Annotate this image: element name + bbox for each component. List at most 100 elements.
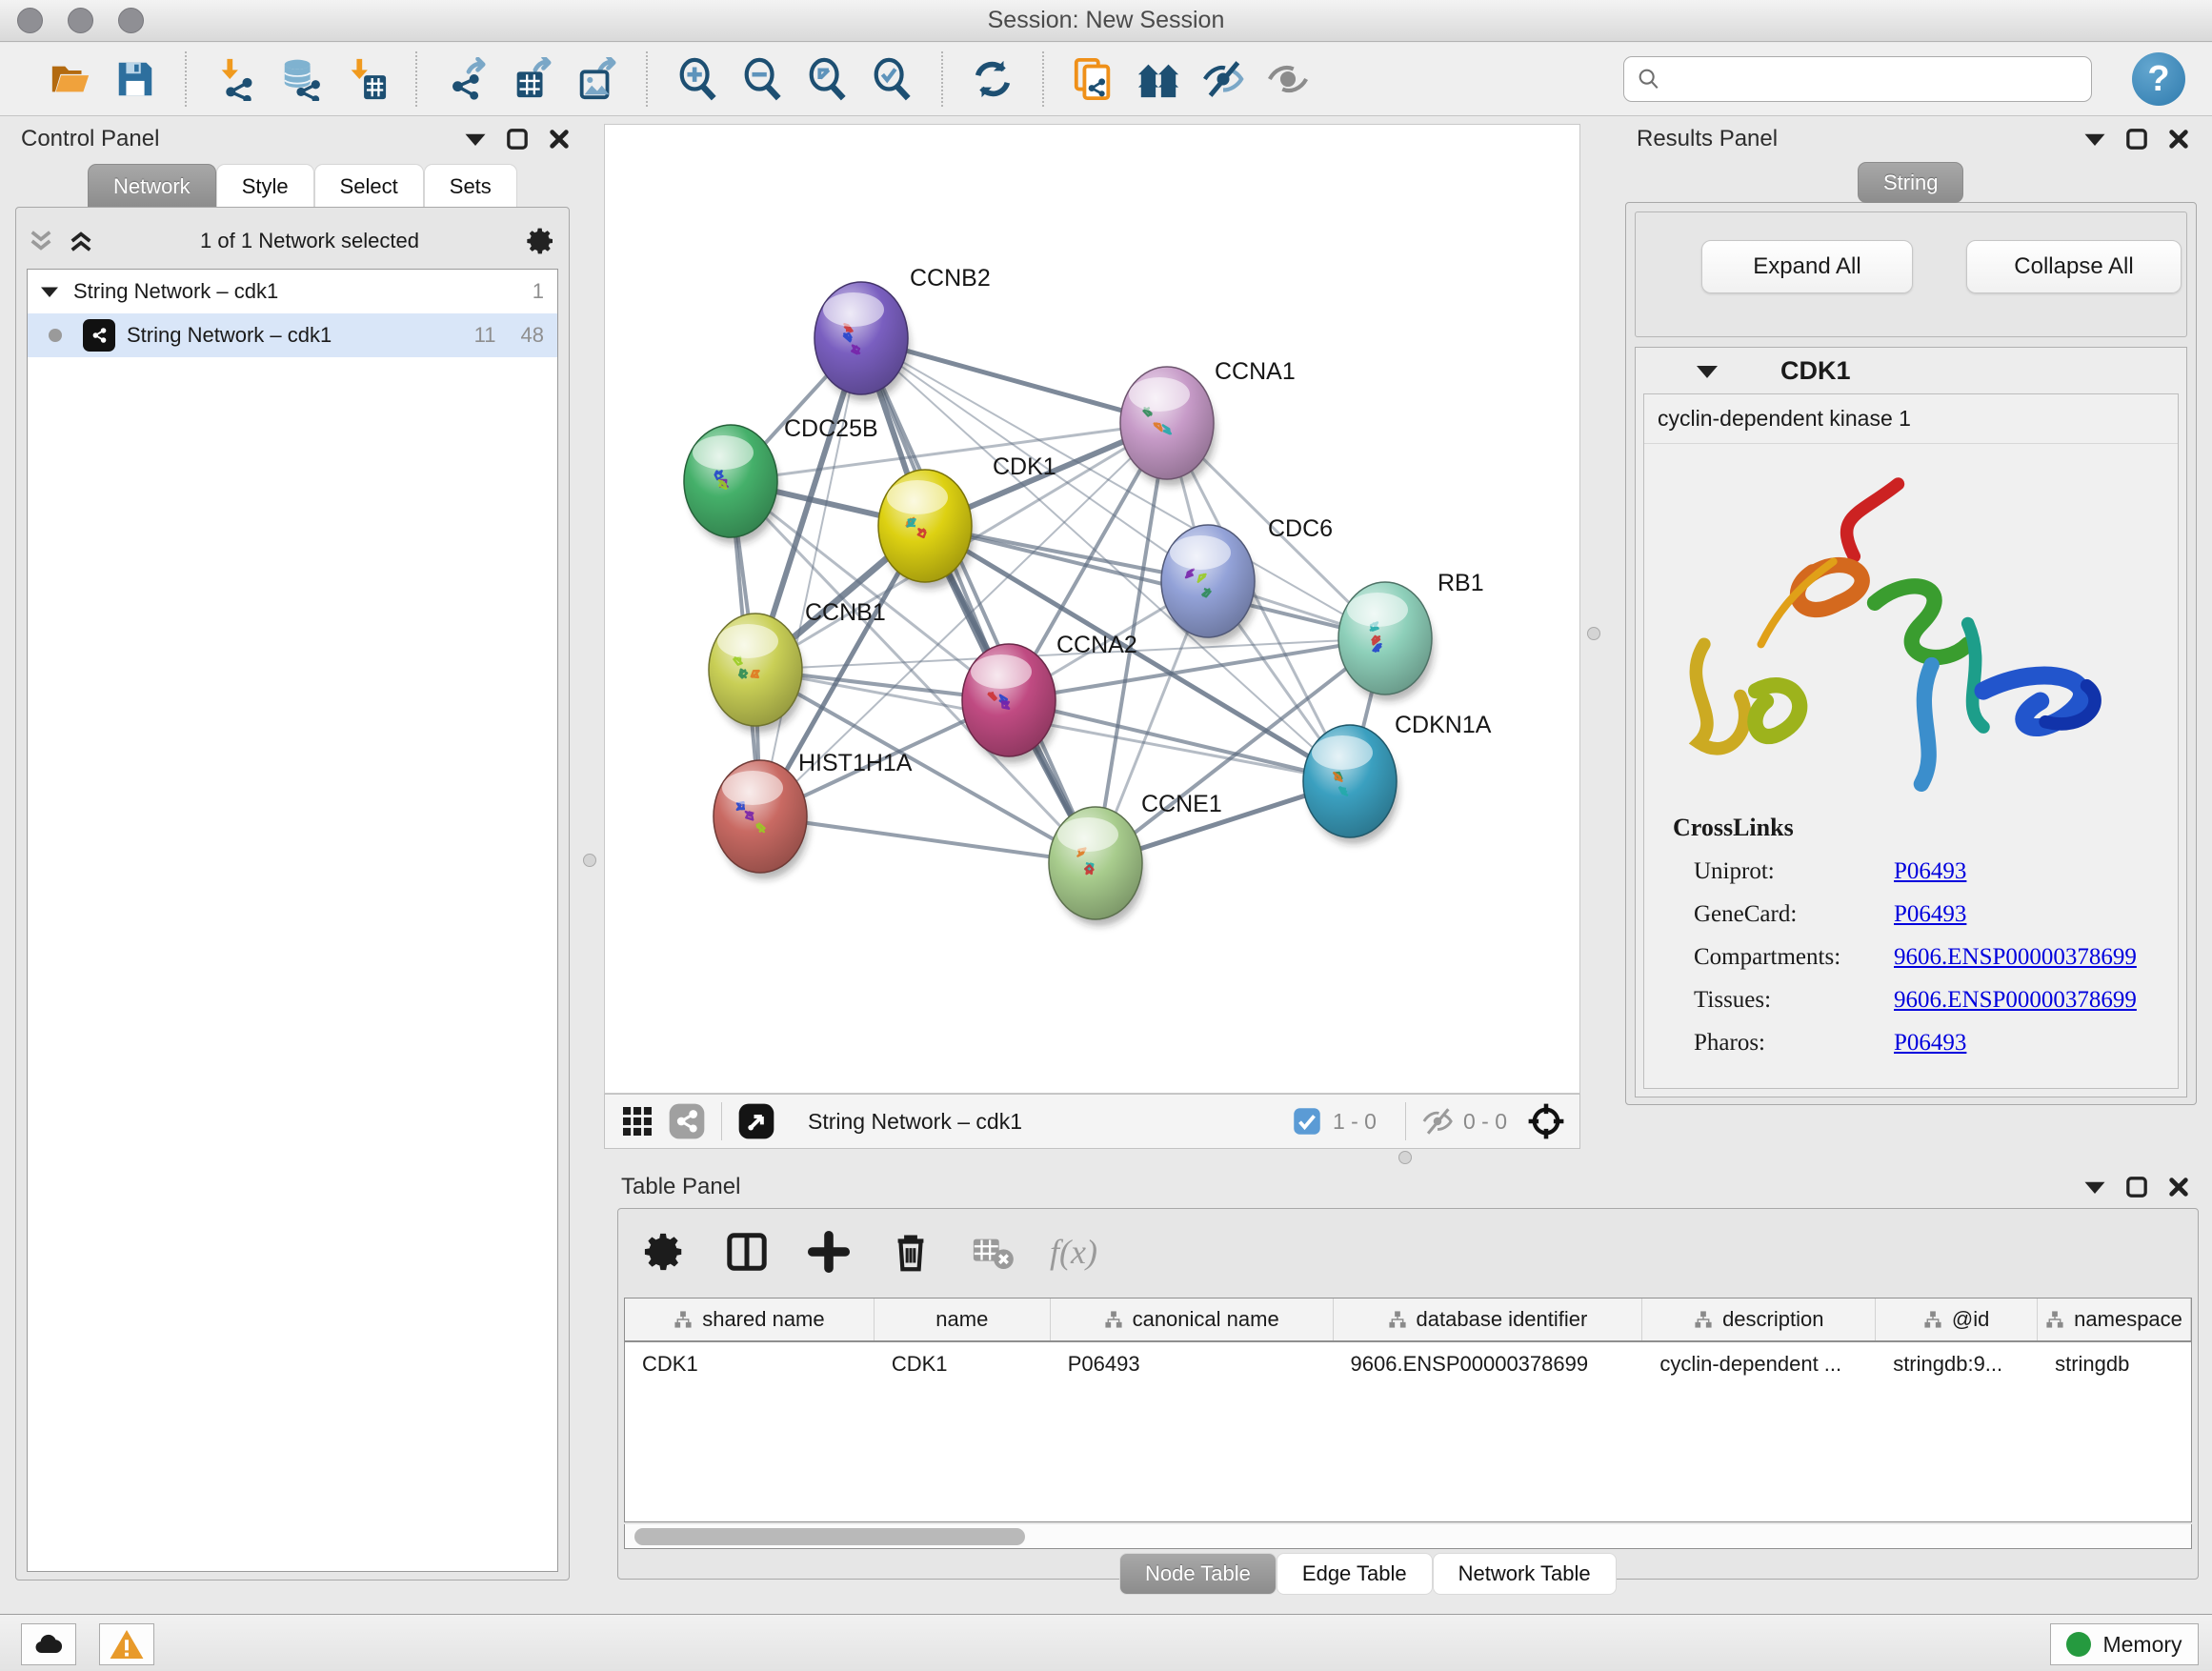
close-window-button[interactable] [17,8,43,33]
close-icon[interactable] [2168,129,2189,150]
export-image-icon[interactable] [569,51,624,107]
close-icon[interactable] [2168,1177,2189,1198]
gear-icon[interactable] [526,226,556,256]
columns-icon[interactable] [722,1227,772,1277]
refresh-icon[interactable] [965,51,1020,107]
grid-icon[interactable] [620,1104,654,1138]
dropdown-icon[interactable] [2084,1180,2105,1194]
section-collapse-icon[interactable] [1697,364,1718,378]
crosslink-link[interactable]: P06493 [1894,858,1966,885]
network-node[interactable]: CDC25B [684,415,878,544]
tab-network-table[interactable]: Network Table [1433,1553,1617,1595]
crosslink-link[interactable]: P06493 [1894,1030,1966,1057]
close-icon[interactable] [549,129,570,150]
tab-sets[interactable]: Sets [424,164,517,208]
search-input[interactable] [1662,67,2062,91]
column-header[interactable]: canonical name [1051,1299,1334,1340]
network-edge[interactable] [861,338,1096,863]
dropdown-icon[interactable] [2084,132,2105,146]
column-header[interactable]: shared name [625,1299,875,1340]
network-node[interactable]: CCNA1 [1120,358,1296,486]
tab-network[interactable]: Network [88,164,216,208]
expand-all-button[interactable]: Expand All [1701,240,1913,293]
open-folder-icon[interactable] [43,51,98,107]
right-splitter-handle[interactable] [1587,627,1600,640]
hide-selected-icon[interactable] [1196,51,1251,107]
tab-edge-table[interactable]: Edge Table [1277,1553,1433,1595]
import-network-icon[interactable] [209,51,264,107]
network-edge[interactable] [760,816,1096,863]
zoom-selected-icon[interactable] [864,51,919,107]
zoom-fit-icon[interactable] [799,51,855,107]
delete-table-icon[interactable] [968,1227,1017,1277]
tab-node-table[interactable]: Node Table [1119,1553,1277,1595]
table-row[interactable]: CDK1CDK1P064939606.ENSP00000378699cyclin… [625,1342,2191,1386]
zoom-out-icon[interactable] [734,51,790,107]
tab-string[interactable]: String [1858,162,1963,203]
table-cell[interactable]: stringdb [2038,1342,2191,1386]
network-edge[interactable] [925,526,1385,638]
network-canvas[interactable]: CCNB2CCNA1CDC25BCDK1CDC6RB1CCNB1CCNA2CDK… [604,124,1580,1094]
table-cell[interactable]: CDK1 [625,1342,875,1386]
scrollbar-thumb[interactable] [634,1528,1025,1545]
zoom-in-icon[interactable] [670,51,725,107]
horizontal-splitter-handle[interactable] [1398,1151,1412,1164]
network-node[interactable]: CCNB2 [814,265,991,401]
cloud-icon[interactable] [21,1623,76,1665]
import-table-icon[interactable] [338,51,393,107]
collapse-all-button[interactable]: Collapse All [1966,240,2182,293]
float-icon[interactable] [2126,129,2147,150]
network-edge[interactable] [1009,700,1350,781]
function-icon[interactable]: f(x) [1050,1232,1097,1272]
network-node[interactable]: HIST1H1A [714,750,913,879]
table-cell[interactable]: stringdb:9... [1876,1342,2038,1386]
network-node[interactable]: CDKN1A [1303,712,1492,844]
crosshair-icon[interactable] [1526,1101,1566,1141]
share-badge-icon[interactable] [668,1102,706,1140]
network-edge[interactable] [760,338,861,816]
network-node[interactable]: CDC6 [1161,515,1333,644]
network-graph[interactable]: CCNB2CCNA1CDC25BCDK1CDC6RB1CCNB1CCNA2CDK… [605,125,1579,1093]
memory-indicator[interactable]: Memory [2050,1623,2199,1665]
expand-all-icon[interactable] [69,229,93,253]
tab-select[interactable]: Select [314,164,424,208]
float-icon[interactable] [2126,1177,2147,1198]
table-horizontal-scrollbar[interactable] [624,1524,2192,1549]
column-header[interactable]: name [875,1299,1051,1340]
column-header[interactable]: description [1642,1299,1876,1340]
show-all-icon[interactable] [1260,51,1316,107]
tree-expander-icon[interactable] [41,286,58,297]
network-node[interactable]: CCNB1 [709,599,886,733]
network-collection-row[interactable]: String Network – cdk1 1 [28,270,557,313]
tab-style[interactable]: Style [216,164,314,208]
maximize-window-button[interactable] [118,8,144,33]
import-database-icon[interactable] [273,51,329,107]
crosslink-link[interactable]: 9606.ENSP00000378699 [1894,944,2137,971]
column-header[interactable]: database identifier [1334,1299,1643,1340]
table-cell[interactable]: cyclin-dependent ... [1642,1342,1876,1386]
save-icon[interactable] [108,51,163,107]
column-header[interactable]: namespace [2038,1299,2191,1340]
float-icon[interactable] [507,129,528,150]
export-table-icon[interactable] [504,51,559,107]
minimize-window-button[interactable] [68,8,93,33]
network-node[interactable]: CCNA2 [962,632,1137,763]
selected-checkbox[interactable] [1293,1107,1321,1136]
table-cell[interactable]: 9606.ENSP00000378699 [1334,1342,1643,1386]
birdseye-icon[interactable] [737,1102,775,1140]
dropdown-icon[interactable] [465,132,486,146]
add-column-icon[interactable] [804,1227,854,1277]
collapse-all-icon[interactable] [29,229,53,253]
hidden-eye-icon[interactable] [1421,1105,1454,1137]
crosslink-link[interactable]: P06493 [1894,901,1966,928]
column-header[interactable]: @id [1876,1299,2038,1340]
crosslink-link[interactable]: 9606.ENSP00000378699 [1894,987,2137,1014]
table-cell[interactable]: P06493 [1051,1342,1334,1386]
warning-icon[interactable] [99,1623,154,1665]
network-row[interactable]: String Network – cdk1 11 48 [28,313,557,357]
clone-network-icon[interactable] [1066,51,1121,107]
network-node[interactable]: RB1 [1338,570,1484,701]
network-node[interactable]: CCNE1 [1049,791,1222,926]
export-network-icon[interactable] [439,51,494,107]
delete-icon[interactable] [886,1227,935,1277]
